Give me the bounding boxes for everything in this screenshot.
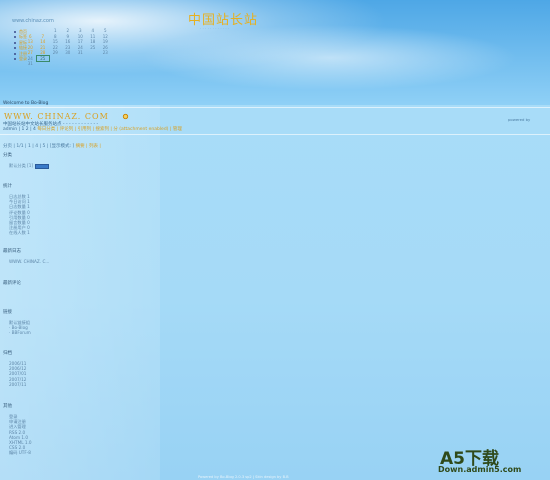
section-item[interactable]: 默认分类 [1]: [9, 163, 50, 169]
calendar-day: [99, 61, 112, 67]
section-item[interactable]: 在线人数 1: [9, 230, 30, 235]
section-title: 链接: [3, 310, 12, 315]
calendar: 1 2 3 4 5 6 7 8 9 10 11 12 13 14 15 16 17 18 19 20 21 22 23 24 2…: [24, 28, 149, 67]
section-item[interactable]: WWW. CHINAZ. C...: [9, 259, 49, 264]
section-item[interactable]: · BBForum: [9, 330, 31, 335]
section-item[interactable]: 编码 UTF-8: [9, 450, 31, 455]
pager-prefix[interactable]: 分页 | 1/1 | 1 | 4 | 5 | [显示模式: ]: [3, 144, 74, 149]
calendar-day[interactable]: 31: [24, 61, 37, 67]
blog-name[interactable]: WWW. CHINAZ. COM: [4, 112, 109, 121]
calendar-day: [74, 61, 87, 67]
nav-links[interactable]: 每日分类 | 评论列 | 引用列 | 搜索列 | 分 (attachment e…: [37, 127, 182, 132]
section-title: 其他: [3, 404, 12, 409]
welcome-text: Welcome to Bo-Blog: [3, 101, 49, 106]
footer-text: Powered by Bo-Blog 2.0.3 sp2 | Skin desi…: [198, 475, 289, 479]
pager: 分页 | 1/1 | 1 | 4 | 5 | [显示模式: ] 摘要 | 列表 …: [3, 143, 101, 149]
divider: [0, 107, 550, 108]
site-url[interactable]: www.chinaz.com: [12, 18, 54, 24]
powered-by: powered by: [508, 117, 531, 122]
section-title: 统计: [3, 184, 12, 189]
section-item[interactable]: 2007/11: [9, 382, 26, 387]
nav-prefix: admin | 1 2 | 4: [3, 127, 38, 132]
section-title: 归档: [3, 351, 12, 356]
calendar-day: [49, 61, 62, 67]
top-nav: admin | 1 2 | 4 每日分类 | 评论列 | 引用列 | 搜索列 |…: [3, 126, 182, 132]
calendar-week: 31: [24, 61, 149, 67]
site-subtitle: · · · · · · · · · · · ·: [200, 26, 230, 31]
section-title: 最新评论: [3, 281, 21, 286]
rss-icon[interactable]: [122, 113, 129, 120]
calendar-day: [37, 61, 50, 67]
section-title: 分类: [3, 153, 12, 158]
pager-modes[interactable]: 摘要 | 列表 |: [76, 144, 101, 149]
section-title: 最新日志: [3, 249, 21, 254]
calendar-day: [87, 61, 100, 67]
divider: [0, 134, 550, 135]
watermark-url: Down.admin5.com: [438, 465, 522, 474]
rss-badge-icon[interactable]: [35, 163, 50, 169]
calendar-day: [62, 61, 75, 67]
